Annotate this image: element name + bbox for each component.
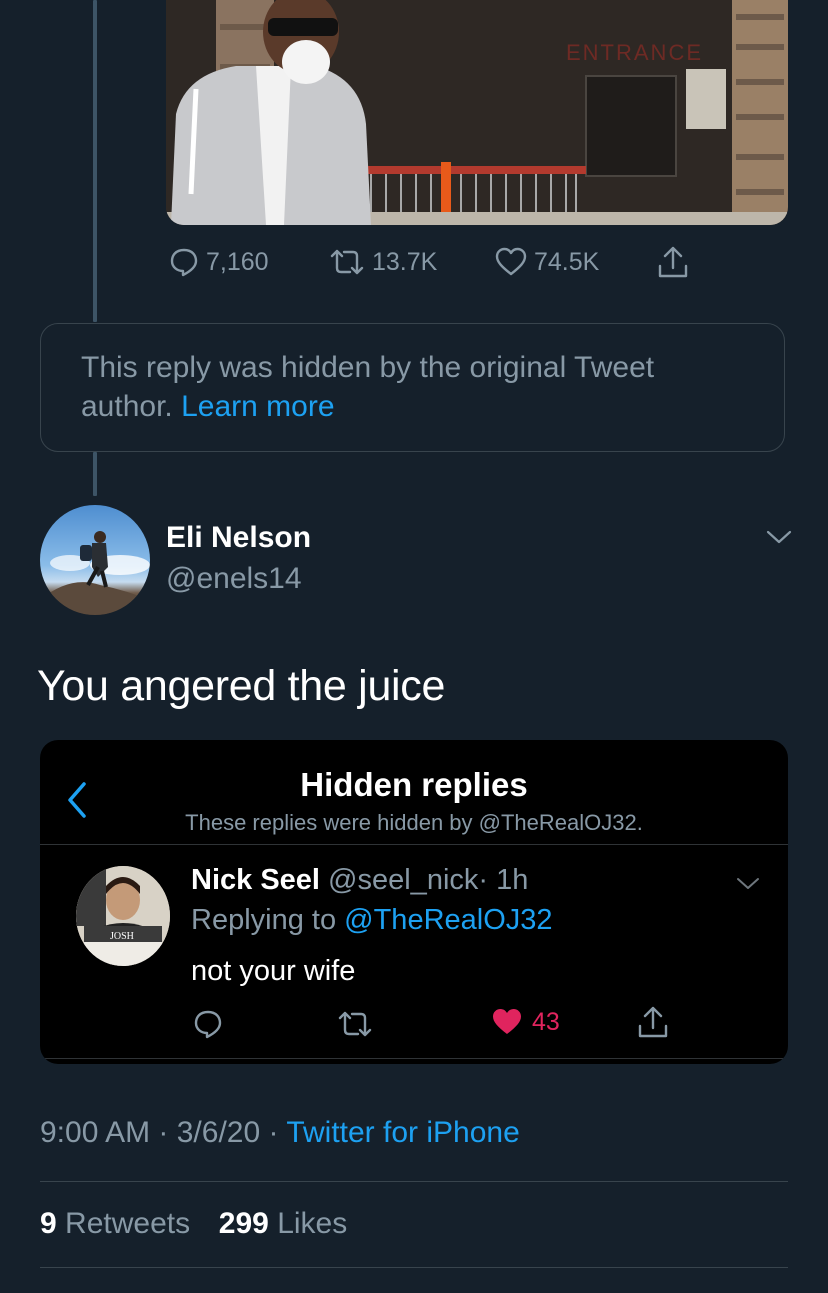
embedded-reply-name: Nick Seel	[191, 864, 320, 896]
embedded-title: Hidden replies	[300, 766, 528, 803]
retweet-label: Retweets	[65, 1207, 191, 1240]
embedded-reply-handle: @seel_nick	[328, 864, 479, 896]
retweet-action[interactable]: 13.7K	[328, 246, 437, 278]
like-action[interactable]: 74.5K	[494, 246, 599, 278]
tweet-date: 3/6/20	[176, 1116, 261, 1149]
divider	[40, 844, 788, 845]
retweet-total: 9	[40, 1207, 57, 1240]
likes-stat[interactable]: 299 Likes	[219, 1207, 347, 1240]
comment-icon	[170, 248, 198, 277]
embedded-reply-time: · 1h	[478, 864, 529, 896]
chevron-down-icon	[737, 878, 759, 889]
heart-icon	[495, 247, 527, 276]
like-label: Likes	[277, 1207, 348, 1240]
share-action[interactable]	[656, 244, 690, 280]
retweet-count: 13.7K	[372, 247, 438, 276]
embedded-menu-chevron	[736, 876, 760, 897]
thread-line-top	[93, 0, 97, 322]
avatar[interactable]	[40, 505, 150, 615]
tweet-photo[interactable]: ENTRANCE	[166, 0, 788, 225]
divider	[40, 1267, 788, 1268]
divider	[40, 1181, 788, 1182]
photo-entrance-sign: ENTRANCE	[566, 40, 703, 65]
divider	[40, 1058, 788, 1059]
embedded-share	[636, 1004, 670, 1045]
retweet-icon	[330, 249, 364, 275]
retweets-stat[interactable]: 9 Retweets	[40, 1207, 190, 1240]
learn-more-link[interactable]: Learn more	[181, 390, 334, 423]
heart-filled-icon	[493, 1009, 521, 1034]
embedded-like: 43	[490, 1006, 560, 1038]
embedded-retweet	[336, 1008, 374, 1045]
embedded-avatar: JOSH	[76, 866, 170, 966]
tweet-timestamp: 9:00 AM · 3/6/20 · Twitter for iPhone	[40, 1116, 520, 1149]
avatar-illustration	[40, 531, 150, 615]
embedded-reply-text: not your wife	[191, 955, 356, 987]
thread-line-bottom	[93, 452, 97, 496]
tweet-stats: 9 Retweets 299 Likes	[40, 1207, 347, 1241]
tweet-text: You angered the juice	[37, 662, 446, 710]
photo-illustration: ENTRANCE	[166, 0, 788, 225]
embedded-subtitle: These replies were hidden by @TheRealOJ3…	[185, 810, 643, 835]
embedded-reply-header: Nick Seel @seel_nick· 1h	[191, 864, 528, 897]
reply-action[interactable]: 7,160	[168, 246, 269, 278]
tweet-source-link[interactable]: Twitter for iPhone	[286, 1116, 519, 1149]
embedded-avatar-shirt-text: JOSH	[110, 931, 134, 942]
share-icon	[658, 246, 688, 278]
display-name[interactable]: Eli Nelson	[166, 521, 311, 555]
replying-to-handle: @TheRealOJ32	[344, 904, 553, 936]
comment-icon	[194, 1010, 222, 1039]
like-total: 299	[218, 1207, 269, 1240]
embedded-avatar-illustration: JOSH	[76, 866, 170, 966]
hidden-reply-notice: This reply was hidden by the original Tw…	[40, 323, 785, 452]
tweet-time: 9:00 AM	[40, 1116, 151, 1149]
user-handle[interactable]: @enels14	[166, 562, 302, 596]
embedded-comment	[192, 1008, 224, 1045]
chevron-down-icon	[766, 530, 792, 544]
share-icon	[638, 1006, 668, 1038]
like-count: 74.5K	[534, 247, 600, 276]
retweet-icon	[338, 1011, 372, 1037]
reply-count: 7,160	[206, 247, 269, 276]
embedded-replying-to: Replying to @TheRealOJ32	[191, 904, 553, 937]
replying-prefix: Replying to	[191, 904, 337, 936]
tweet-menu-button[interactable]	[766, 528, 792, 551]
hidden-notice-text: This reply was hidden by the original Tw…	[81, 351, 655, 423]
embedded-like-count: 43	[532, 1007, 560, 1036]
embedded-image[interactable]: Hidden replies These replies were hidden…	[40, 740, 788, 1064]
